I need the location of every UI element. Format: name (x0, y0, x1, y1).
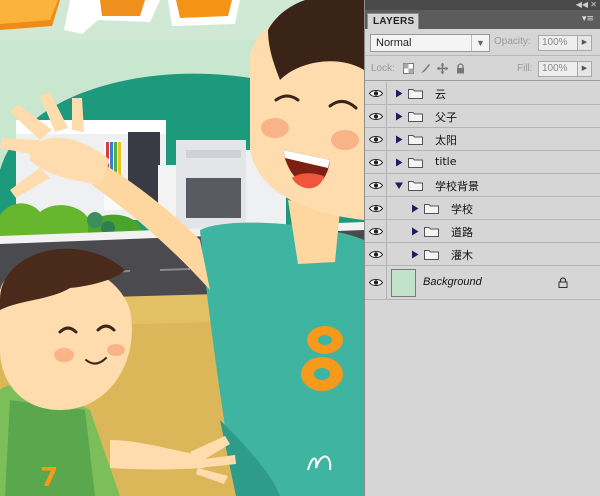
layer-name: 云 (435, 88, 446, 101)
expand-triangle-icon[interactable] (395, 158, 403, 167)
layer-list: 云父子太阳 title 学校背景学校道路灌木 Background (365, 82, 600, 300)
chevron-down-icon: ▼ (471, 35, 489, 51)
blend-mode-value: Normal (376, 37, 412, 49)
visibility-toggle[interactable] (365, 197, 387, 219)
eye-icon[interactable] (369, 89, 383, 98)
opacity-slider-arrow-icon[interactable]: ▶ (578, 35, 592, 51)
layer-name: 父子 (435, 111, 457, 124)
layer-row[interactable]: 灌木 (365, 243, 600, 266)
layer-row[interactable]: 父子 (365, 105, 600, 128)
panel-title-bar: ◀◀ ✕ (365, 0, 600, 10)
layer-name: 道路 (451, 226, 473, 239)
eye-icon[interactable] (369, 112, 383, 121)
layer-name: 学校背景 (435, 180, 479, 193)
tab-layers[interactable]: LAYERS (367, 13, 419, 29)
lock-image-pixels-icon[interactable] (420, 63, 431, 74)
blend-mode-row: Normal ▼ Opacity: 100% ▶ (365, 30, 600, 56)
folder-icon (408, 112, 423, 122)
eye-icon[interactable] (369, 204, 383, 213)
layer-name: 太阳 (435, 134, 457, 147)
eye-icon[interactable] (369, 250, 383, 259)
visibility-toggle[interactable] (365, 174, 387, 196)
layers-panel: ◀◀ ✕ LAYERS ▾≡ Normal ▼ Opacity: 100% ▶ … (364, 0, 600, 496)
lock-transparent-pixels-icon[interactable] (403, 63, 414, 74)
folder-icon (408, 158, 423, 168)
collapse-icon[interactable]: ◀◀ (576, 0, 588, 10)
panel-tab-bar: LAYERS ▾≡ (365, 10, 600, 29)
visibility-toggle[interactable] (365, 266, 387, 299)
visibility-toggle[interactable] (365, 128, 387, 150)
layer-row[interactable]: 道路 (365, 220, 600, 243)
opacity-field[interactable]: 100% (538, 35, 578, 51)
eye-icon[interactable] (369, 135, 383, 144)
expand-triangle-icon[interactable] (395, 112, 403, 121)
eye-icon[interactable] (369, 227, 383, 236)
expand-triangle-icon[interactable] (395, 89, 403, 98)
layer-name: 学校 (451, 203, 473, 216)
layer-name: title (435, 155, 457, 168)
document-canvas[interactable]: 7 (0, 0, 364, 496)
expand-triangle-icon[interactable] (394, 181, 404, 190)
expand-triangle-icon[interactable] (411, 250, 419, 259)
visibility-toggle[interactable] (365, 82, 387, 104)
layer-row[interactable]: 太阳 (365, 128, 600, 151)
expand-triangle-icon[interactable] (411, 204, 419, 213)
layer-row[interactable]: 云 (365, 82, 600, 105)
expand-triangle-icon[interactable] (411, 227, 419, 236)
close-icon[interactable]: ✕ (590, 0, 597, 10)
fill-slider-arrow-icon[interactable]: ▶ (578, 61, 592, 77)
panel-menu-icon[interactable]: ▾≡ (582, 14, 594, 24)
folder-icon (408, 89, 423, 99)
folder-icon (424, 250, 439, 260)
svg-text:7: 7 (40, 463, 58, 493)
canvas-artwork: 7 (0, 0, 364, 496)
layer-name: 灌木 (451, 249, 473, 262)
eye-icon[interactable] (369, 278, 383, 287)
visibility-toggle[interactable] (365, 220, 387, 242)
eye-icon[interactable] (369, 181, 383, 190)
layer-thumbnail (391, 269, 416, 297)
folder-icon (424, 227, 439, 237)
layer-row[interactable]: 学校 (365, 197, 600, 220)
layer-name: Background (423, 276, 482, 288)
lock-icon (558, 277, 568, 288)
fill-field[interactable]: 100% (538, 61, 578, 77)
eye-icon[interactable] (369, 158, 383, 167)
opacity-label: Opacity: (494, 36, 531, 47)
lock-position-icon[interactable] (437, 63, 448, 74)
expand-triangle-icon[interactable] (395, 135, 403, 144)
blend-mode-select[interactable]: Normal ▼ (370, 34, 490, 52)
lock-all-icon[interactable] (455, 63, 466, 74)
layer-row[interactable]: title (365, 151, 600, 174)
lock-row: Lock: Fill: 100% ▶ (365, 57, 600, 81)
fill-label: Fill: (517, 63, 533, 74)
layer-row[interactable]: 学校背景 (365, 174, 600, 197)
visibility-toggle[interactable] (365, 243, 387, 265)
visibility-toggle[interactable] (365, 151, 387, 173)
folder-icon (424, 204, 439, 214)
layer-row-background[interactable]: Background (365, 266, 600, 300)
lock-label: Lock: (371, 63, 395, 74)
folder-icon (408, 181, 423, 191)
folder-icon (408, 135, 423, 145)
visibility-toggle[interactable] (365, 105, 387, 127)
